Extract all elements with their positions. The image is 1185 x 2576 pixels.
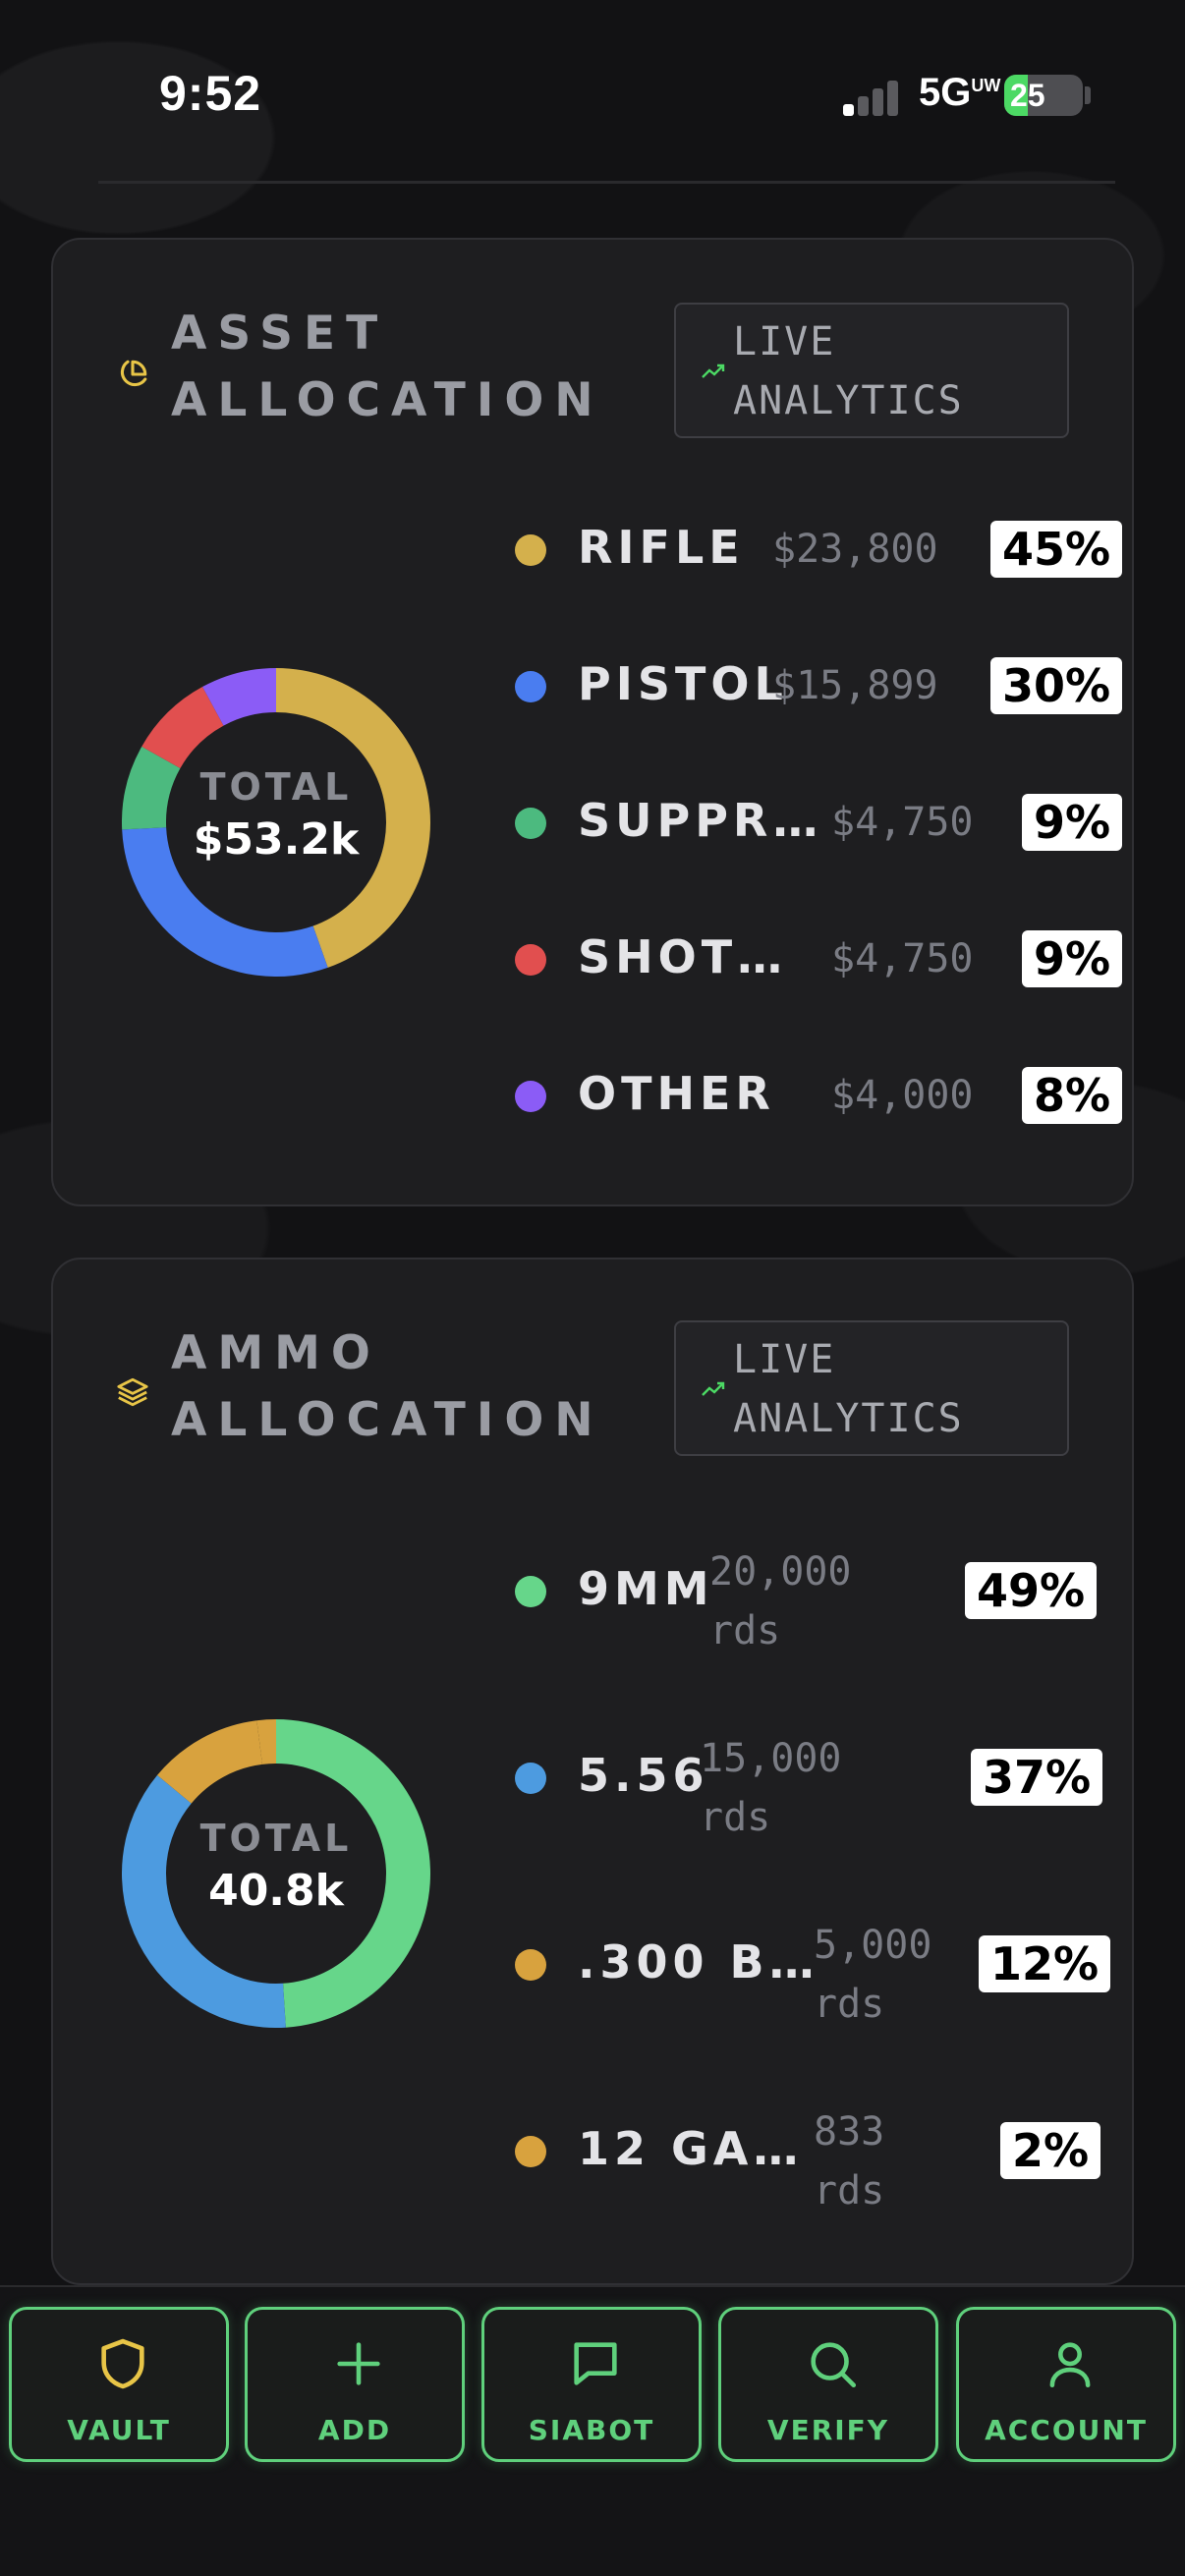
bottom-tab-bar: VAULT ADD SIABOT VERIFY ACCOUNT (0, 2285, 1185, 2576)
legend-value: $15,899 (772, 663, 938, 708)
pie-chart-icon (120, 360, 147, 387)
layers-icon (117, 1377, 148, 1407)
battery-icon: 25 (1004, 75, 1083, 116)
live-analytics-badge[interactable]: LIVE ANALYTICS (674, 1320, 1069, 1456)
total-value: 40.8k (208, 1866, 344, 1916)
legend-unit: rds (700, 1795, 771, 1840)
legend-item-9mm[interactable]: 9MM 20,000 rds 49% (53, 1549, 1136, 1658)
tab-label: VAULT (67, 2414, 171, 2446)
legend-name: SUPPR… (578, 794, 823, 847)
tab-vault[interactable]: VAULT (9, 2307, 229, 2462)
legend-item-12-gauge[interactable]: 12 GA… 833 rds 2% (53, 2109, 1136, 2218)
network-type: 5G (919, 71, 972, 114)
status-time: 9:52 (159, 66, 262, 121)
card-title: AMMO ALLOCATION (171, 1326, 604, 1447)
legend-unit: rds (709, 1608, 781, 1653)
legend-name: SHOT… (578, 930, 788, 983)
header-divider (98, 181, 1115, 184)
legend-dot (515, 1081, 546, 1112)
signal-icon (843, 79, 900, 116)
legend-value: $4,000 (831, 1073, 974, 1118)
legend-item-suppressor[interactable]: SUPPR… $4,750 9% (53, 788, 1136, 857)
legend-name: RIFLE (578, 521, 745, 574)
legend-name: OTHER (578, 1067, 775, 1120)
legend-percent: 45% (990, 521, 1123, 578)
chat-icon (574, 2342, 617, 2385)
card-title: ASSET ALLOCATION (171, 307, 604, 427)
legend-name: 12 GA… (578, 2122, 804, 2175)
legend-unit: rds (814, 2168, 885, 2213)
legend-dot (515, 1763, 546, 1794)
live-analytics-badge[interactable]: LIVE ANALYTICS (674, 303, 1069, 438)
legend-percent: 9% (1022, 930, 1123, 987)
legend-value: 833 (814, 2109, 885, 2155)
tab-verify[interactable]: VERIFY (718, 2307, 938, 2462)
legend-value: $4,750 (831, 800, 974, 845)
legend-value: 5,000 (814, 1923, 932, 1968)
legend-value: 15,000 (700, 1736, 842, 1781)
battery-level: 25 (1010, 78, 1045, 113)
legend-percent: 8% (1022, 1067, 1123, 1124)
legend-name: 5.56 (578, 1749, 709, 1802)
trending-up-icon (702, 1381, 725, 1396)
legend-item-300-blackout[interactable]: .300 B… 5,000 rds 12% (53, 1923, 1136, 2032)
legend-unit: rds (814, 1982, 885, 2027)
legend-dot (515, 808, 546, 839)
tab-siabot[interactable]: SIABOT (481, 2307, 702, 2462)
shield-icon (101, 2338, 144, 2389)
legend-item-556[interactable]: 5.56 15,000 rds 37% (53, 1736, 1136, 1845)
ammo-allocation-card: AMMO ALLOCATION LIVE ANALYTICS TOTAL 40.… (51, 1258, 1134, 2285)
badge-label: LIVE ANALYTICS (733, 1337, 964, 1441)
network-suffix: UW (971, 76, 1001, 95)
network-indicator: 5GUW (919, 71, 1001, 115)
plus-icon (337, 2342, 380, 2385)
legend-dot (515, 1576, 546, 1607)
search-icon (811, 2342, 857, 2388)
legend-item-pistol[interactable]: PISTOL $15,899 30% (53, 651, 1136, 720)
legend-name: 9MM (578, 1562, 714, 1615)
legend-percent: 49% (965, 1562, 1098, 1619)
legend-percent: 12% (979, 1935, 1111, 1992)
legend-dot (515, 944, 546, 976)
legend-value: $4,750 (831, 936, 974, 981)
asset-allocation-card: ASSET ALLOCATION LIVE ANALYTICS TOTAL $5… (51, 238, 1134, 1206)
legend-value: 20,000 (709, 1549, 852, 1595)
legend-percent: 37% (971, 1749, 1103, 1806)
legend-dot (515, 671, 546, 702)
legend-percent: 2% (1000, 2122, 1101, 2179)
legend-name: PISTOL (578, 657, 788, 710)
battery-tip (1085, 86, 1091, 104)
tab-account[interactable]: ACCOUNT (956, 2307, 1176, 2462)
tab-label: ACCOUNT (985, 2414, 1148, 2446)
legend-dot (515, 2136, 546, 2167)
legend-dot (515, 1949, 546, 1981)
trending-up-icon (702, 364, 725, 378)
legend-item-rifle[interactable]: RIFLE $23,800 45% (53, 515, 1136, 584)
legend-percent: 30% (990, 657, 1123, 714)
status-bar: 9:52 5GUW 25 (0, 0, 1185, 187)
tab-label: ADD (317, 2414, 392, 2446)
legend-item-other[interactable]: OTHER $4,000 8% (53, 1061, 1136, 1130)
user-icon (1049, 2342, 1091, 2388)
tab-add[interactable]: ADD (245, 2307, 465, 2462)
legend-name: .300 B… (578, 1935, 819, 1988)
legend-dot (515, 534, 546, 566)
legend-value: $23,800 (772, 527, 938, 572)
legend-item-shotgun[interactable]: SHOT… $4,750 9% (53, 924, 1136, 993)
legend-percent: 9% (1022, 794, 1123, 851)
badge-label: LIVE ANALYTICS (733, 319, 964, 423)
tab-label: SIABOT (528, 2414, 655, 2446)
tab-label: VERIFY (766, 2414, 890, 2446)
